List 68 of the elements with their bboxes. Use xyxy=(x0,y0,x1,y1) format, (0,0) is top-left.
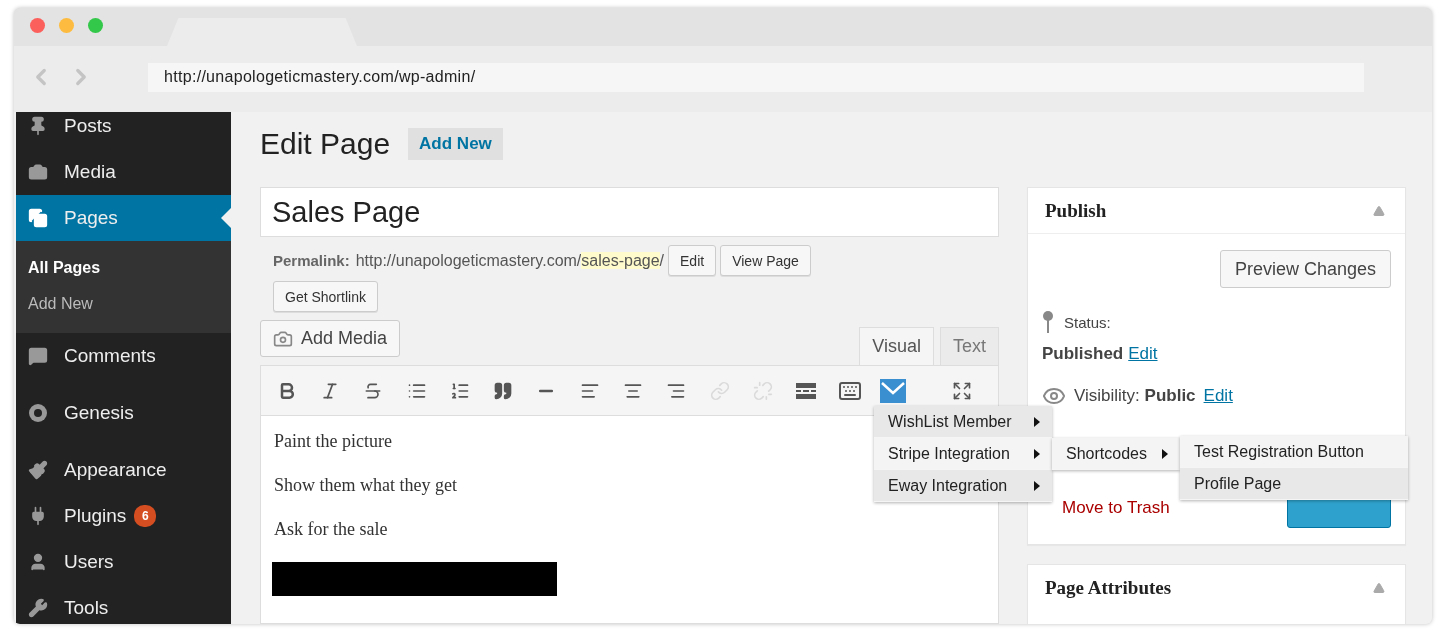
menu-label: Posts xyxy=(64,115,112,137)
menu-label: Appearance xyxy=(64,459,167,481)
pages-icon xyxy=(28,208,48,228)
status-label: Status: xyxy=(1064,313,1111,331)
editor-tab[interactable]: Visual xyxy=(859,327,934,365)
menu-option[interactable]: WishList Member xyxy=(874,406,1052,438)
submenu-arrow-icon xyxy=(1034,448,1040,459)
status-value: Published xyxy=(1042,344,1124,364)
wrench-icon xyxy=(28,598,48,618)
move-to-trash-link[interactable]: Move to Trash xyxy=(1062,498,1170,518)
paragraph: Paint the picture xyxy=(274,430,392,452)
permalink-url: http://unapologeticmastery.com/sales-page/ xyxy=(355,251,665,270)
speech-bubble-icon xyxy=(28,346,48,366)
paragraph: Show them what they get xyxy=(274,474,457,496)
title-field[interactable]: Sales Page xyxy=(260,187,999,237)
menu-item[interactable]: Plugins 6 xyxy=(16,493,231,539)
permalink-label: Permalink: xyxy=(273,252,350,269)
submenu-arrow-icon xyxy=(1034,416,1040,427)
menu-label: Media xyxy=(64,161,116,183)
submenu-item[interactable]: Add New xyxy=(16,286,231,322)
pin-icon xyxy=(1042,311,1054,333)
permalink-button[interactable]: View Page xyxy=(720,245,811,276)
menu-option[interactable]: Stripe Integration xyxy=(874,438,1052,470)
edit-visibility-link[interactable]: Edit xyxy=(1203,386,1233,406)
submenu-arrow-icon xyxy=(1034,480,1040,491)
paragraph: Ask for the sale xyxy=(274,518,388,540)
menu-item[interactable]: Comments xyxy=(16,333,231,379)
menu-label: Users xyxy=(64,551,114,573)
circle-icon xyxy=(28,403,48,423)
submenu-arrow-icon xyxy=(1162,448,1168,459)
menu-item[interactable]: Appearance xyxy=(16,447,231,493)
add-media-button[interactable]: Add Media xyxy=(260,320,401,357)
visibility-text: Visibility: Public xyxy=(1074,386,1196,406)
edit-status-link[interactable]: Edit xyxy=(1128,344,1158,364)
camera-icon xyxy=(28,162,48,182)
user-icon xyxy=(28,552,48,572)
menu-label: Pages xyxy=(64,207,118,229)
menu-item[interactable]: Posts xyxy=(16,112,231,149)
collapse-icon[interactable] xyxy=(1373,204,1385,217)
panel-title: Publish xyxy=(1045,199,1107,222)
menu-label: Genesis xyxy=(64,402,134,424)
menu-label: Comments xyxy=(64,345,156,367)
preview-changes-button[interactable]: Preview Changes xyxy=(1219,250,1391,288)
submenu-item[interactable]: All Pages xyxy=(16,250,231,286)
editor-tab[interactable]: Text xyxy=(940,327,999,365)
panel-title: Page Attributes xyxy=(1045,577,1172,599)
address-bar[interactable]: http://unapologeticmastery.com/wp-admin/ xyxy=(148,62,1364,92)
menu-item[interactable]: Users xyxy=(16,539,231,585)
add-new-button[interactable]: Add New xyxy=(408,128,503,160)
menu-item[interactable]: Genesis xyxy=(16,390,231,436)
page-heading: Edit Page xyxy=(260,127,391,161)
pin-icon xyxy=(28,116,48,136)
menu-option[interactable]: Test Registration Button xyxy=(1180,436,1408,468)
paintbrush-icon xyxy=(28,460,48,480)
collapse-icon[interactable] xyxy=(1373,582,1385,594)
permalink-button[interactable]: Get Shortlink xyxy=(273,281,378,312)
menu-option[interactable]: Shortcodes xyxy=(1052,438,1180,470)
menu-option[interactable]: Profile Page xyxy=(1180,468,1408,500)
close-window-button[interactable] xyxy=(30,17,45,33)
current-page-pointer xyxy=(221,208,231,228)
menu-item[interactable]: Media xyxy=(16,149,231,195)
permalink-button[interactable]: Edit xyxy=(668,245,717,276)
menu-label: Tools xyxy=(64,597,109,619)
menu-option[interactable]: Eway Integration xyxy=(874,470,1052,502)
update-count-badge: 6 xyxy=(134,505,157,527)
menu-item[interactable]: Pages xyxy=(16,195,231,241)
menu-label: Plugins xyxy=(64,505,127,527)
menu-item[interactable]: Tools xyxy=(16,585,231,624)
